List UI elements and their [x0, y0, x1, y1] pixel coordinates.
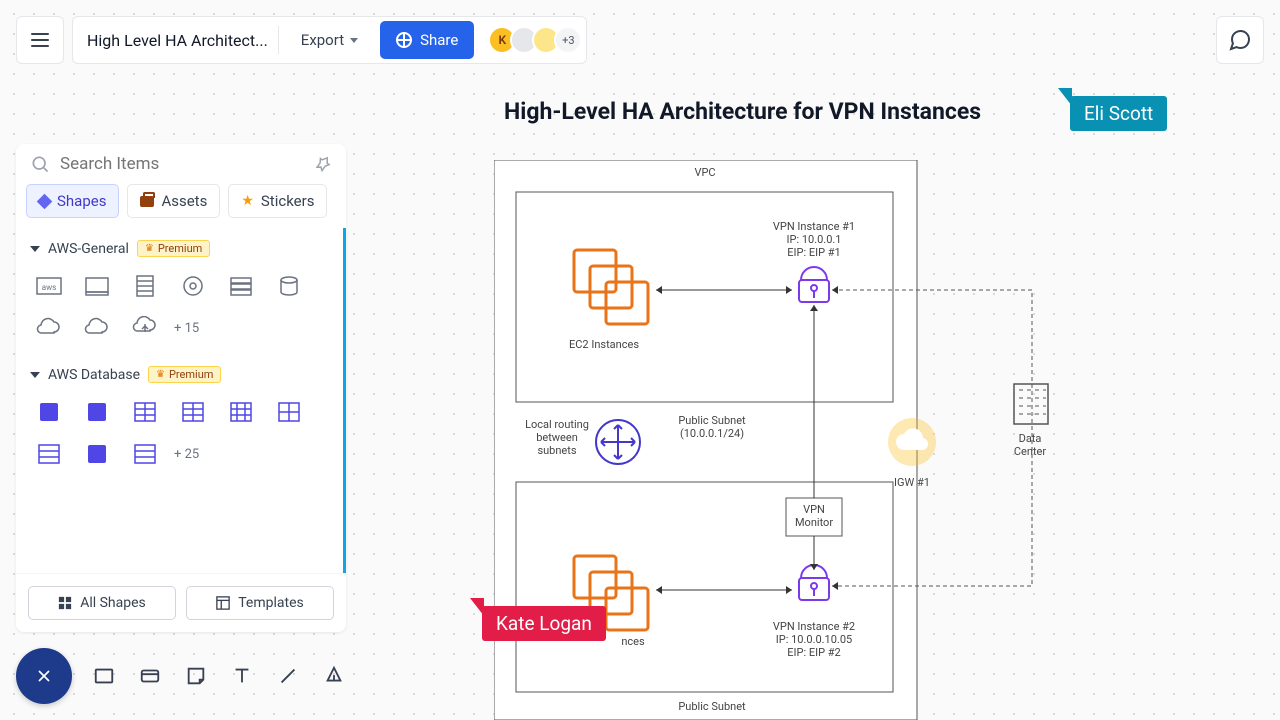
tab-assets[interactable]: Assets [127, 184, 220, 218]
collaborator-cursor-kate: Kate Logan [470, 598, 606, 641]
chat-icon [1228, 28, 1252, 52]
shape-item[interactable] [270, 270, 308, 302]
shape-item[interactable] [78, 270, 116, 302]
star-icon: ★ [241, 193, 254, 209]
svg-text:subnets: subnets [537, 444, 576, 457]
briefcase-icon [140, 196, 154, 207]
svg-text:EIP: EIP #2: EIP: EIP #2 [787, 646, 840, 659]
shape-item[interactable] [126, 270, 164, 302]
svg-text:VPC: VPC [694, 166, 715, 179]
hamburger-icon [31, 33, 49, 47]
svg-text:between: between [536, 431, 578, 444]
collaborator-cursor-eli: Eli Scott [1058, 88, 1167, 131]
diamond-icon [37, 193, 53, 209]
more-shapes[interactable]: + 15 [174, 321, 199, 336]
export-button[interactable]: Export [289, 31, 370, 49]
tool-rectangle[interactable] [88, 660, 120, 692]
shape-item[interactable] [222, 396, 260, 428]
collaborator-name: Kate Logan [482, 606, 606, 641]
shape-item[interactable] [78, 312, 116, 344]
share-label: Share [420, 31, 458, 49]
svg-text:IP: 10.0.0.1: IP: 10.0.0.1 [787, 233, 842, 246]
globe-icon [396, 32, 412, 48]
shape-item[interactable] [126, 396, 164, 428]
shape-item[interactable] [30, 438, 68, 470]
shape-item[interactable] [30, 396, 68, 428]
document-title[interactable]: High Level HA Architect... [87, 31, 268, 50]
shape-item[interactable] [174, 396, 212, 428]
close-icon [34, 666, 54, 686]
shape-item[interactable] [174, 270, 212, 302]
shape-item[interactable] [222, 270, 260, 302]
svg-text:VPN Instance #1: VPN Instance #1 [773, 220, 855, 233]
search-input[interactable] [60, 154, 304, 174]
svg-text:VPN Instance #2: VPN Instance #2 [773, 620, 855, 633]
shape-item[interactable]: aws [30, 270, 68, 302]
search-icon [30, 154, 50, 174]
svg-text:IP: 10.0.0.10.05: IP: 10.0.0.10.05 [776, 633, 852, 646]
menu-button[interactable] [16, 16, 64, 64]
svg-text:Local routing: Local routing [525, 418, 589, 431]
shape-item[interactable] [30, 312, 68, 344]
templates-button[interactable]: Templates [186, 586, 334, 620]
close-tools-button[interactable] [16, 648, 72, 704]
template-icon [216, 596, 230, 610]
tool-pen[interactable] [318, 660, 350, 692]
tool-note[interactable] [180, 660, 212, 692]
avatar-more[interactable]: +3 [554, 26, 582, 54]
svg-text:VPN: VPN [803, 503, 825, 516]
export-label: Export [301, 31, 344, 49]
svg-text:(10.0.0.1/24): (10.0.0.1/24) [680, 427, 744, 440]
shape-item[interactable] [270, 396, 308, 428]
svg-text:IGW #1: IGW #1 [894, 476, 930, 489]
tab-shapes[interactable]: Shapes [26, 184, 119, 218]
more-shapes[interactable]: + 25 [174, 447, 199, 462]
diagram-title: High-Level HA Architecture for VPN Insta… [504, 98, 981, 125]
chat-button[interactable] [1216, 16, 1264, 64]
tool-line[interactable] [272, 660, 304, 692]
collaborator-avatars[interactable]: K +3 [494, 26, 582, 54]
pin-icon[interactable] [310, 151, 335, 176]
caret-icon [30, 372, 40, 378]
premium-badge: ♛Premium [137, 240, 210, 257]
header-pill: High Level HA Architect... Export Share … [72, 16, 587, 64]
svg-text:Center: Center [1014, 445, 1046, 458]
shape-item[interactable] [126, 438, 164, 470]
premium-badge: ♛Premium [148, 366, 221, 383]
svg-text:Monitor: Monitor [795, 516, 833, 529]
svg-text:nces: nces [621, 635, 645, 648]
svg-text:EIP: EIP #1: EIP: EIP #1 [787, 246, 840, 259]
svg-text:Data: Data [1019, 432, 1042, 445]
tool-text[interactable] [226, 660, 258, 692]
all-shapes-button[interactable]: All Shapes [28, 586, 176, 620]
category-aws-database[interactable]: AWS Database ♛Premium [26, 358, 333, 391]
svg-text:aws: aws [42, 283, 57, 292]
divider [278, 26, 279, 54]
svg-text:EC2 Instances: EC2 Instances [569, 338, 639, 351]
shape-item[interactable] [78, 396, 116, 428]
shape-item[interactable] [78, 438, 116, 470]
share-button[interactable]: Share [380, 21, 474, 59]
grid-icon [58, 596, 72, 610]
collaborator-name: Eli Scott [1070, 96, 1167, 131]
tab-stickers[interactable]: ★Stickers [228, 184, 327, 218]
shape-item[interactable] [126, 312, 164, 344]
category-aws-general[interactable]: AWS-General ♛Premium [26, 232, 333, 265]
svg-text:Public Subnet: Public Subnet [678, 414, 746, 427]
caret-icon [30, 246, 40, 252]
tool-card[interactable] [134, 660, 166, 692]
shapes-panel: Shapes Assets ★Stickers AWS-General ♛Pre… [16, 144, 346, 632]
svg-text:Public Subnet: Public Subnet [678, 700, 746, 713]
chevron-down-icon [350, 38, 358, 43]
